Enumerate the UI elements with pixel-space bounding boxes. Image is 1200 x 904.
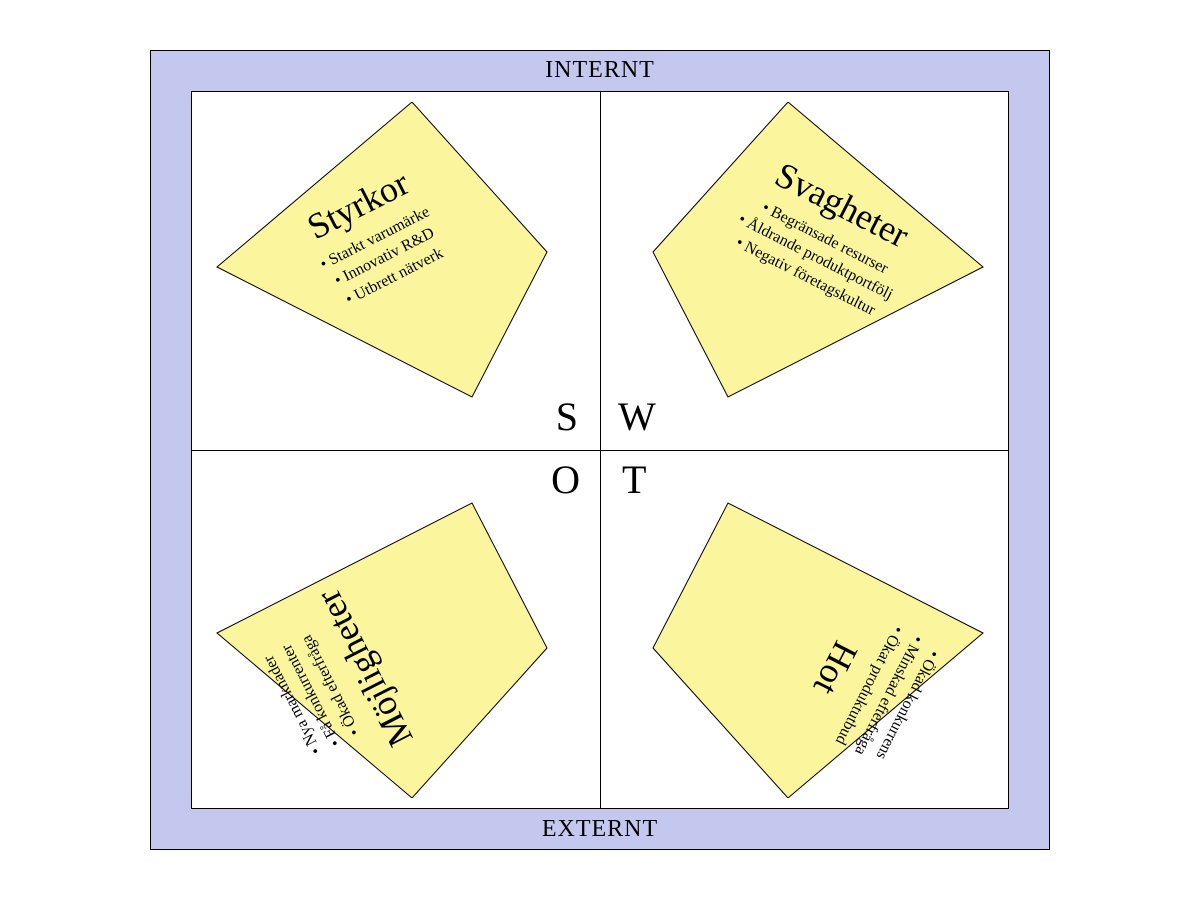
quadrant-items: Begränsade resurser Åldrande produktport… <box>724 190 906 325</box>
list-item: Utbrett nätverk <box>336 240 453 314</box>
quadrant-strengths: Styrkor Starkt varumärke Innovativ R&D U… <box>212 102 552 402</box>
quadrant-threats: Hot Ökad konkurrens Minskad efterfråga Ö… <box>648 498 988 798</box>
list-item: Åldrande produktportfölj <box>734 209 896 306</box>
quadrant-weaknesses: Svagheter Begränsade resurser Åldrande p… <box>648 102 988 402</box>
swot-diagram: INTERNT EXTERNT POSITIVT NEGATIVT S W O … <box>0 0 1200 900</box>
kite-shape <box>648 498 988 798</box>
list-item: Ökat produktutbud <box>830 622 909 749</box>
letter-t: T <box>622 456 646 503</box>
list-item: Begränsade resurser <box>744 190 906 287</box>
quadrant-content: Svagheter Begränsade resurser Åldrande p… <box>607 25 1046 447</box>
list-item: Nya marknader <box>257 650 327 760</box>
list-item: Innovativ R&D <box>326 220 443 294</box>
list-item: Få konkurrenter <box>277 640 347 750</box>
quadrant-title: Hot <box>804 634 866 701</box>
axis-label-top: INTERNT <box>151 57 1049 84</box>
quadrant-title: Svagheter <box>769 153 916 256</box>
quadrant-items: Starkt varumärke Innovativ R&D Utbrett n… <box>316 201 453 313</box>
list-item: Negativ företagskultur <box>724 228 886 325</box>
kite-shape <box>212 498 552 798</box>
quadrant-items: Ökad konkurrens Minskad efterfråga Ökat … <box>830 622 948 769</box>
quadrant-title: Styrkor <box>300 161 415 247</box>
axis-label-bottom: EXTERNT <box>151 816 1049 843</box>
list-item: Starkt varumärke <box>316 201 433 275</box>
quadrant-title: Möjligheter <box>307 583 422 754</box>
quadrant-items: Nya marknader Få konkurrenter Ökad efter… <box>257 630 366 759</box>
kite-shape <box>648 102 988 402</box>
horizontal-divider <box>192 450 1008 451</box>
quadrant-opportunities: Möjligheter Nya marknader Få konkurrente… <box>212 498 552 798</box>
letter-w: W <box>618 393 656 440</box>
kite-shape <box>212 102 552 402</box>
letter-s: S <box>556 393 578 440</box>
outer-frame: INTERNT EXTERNT POSITIVT NEGATIVT S W O … <box>150 50 1050 850</box>
list-item: Ökad konkurrens <box>868 641 947 768</box>
list-item: Ökad efterfråga <box>296 630 366 740</box>
letter-o: O <box>551 456 580 503</box>
quadrant-content: Styrkor Starkt varumärke Innovativ R&D U… <box>154 25 593 447</box>
list-item: Minskad efterfråga <box>849 631 928 758</box>
inner-grid: S W O T Styrkor Starkt varumärke Innovat… <box>191 91 1009 809</box>
